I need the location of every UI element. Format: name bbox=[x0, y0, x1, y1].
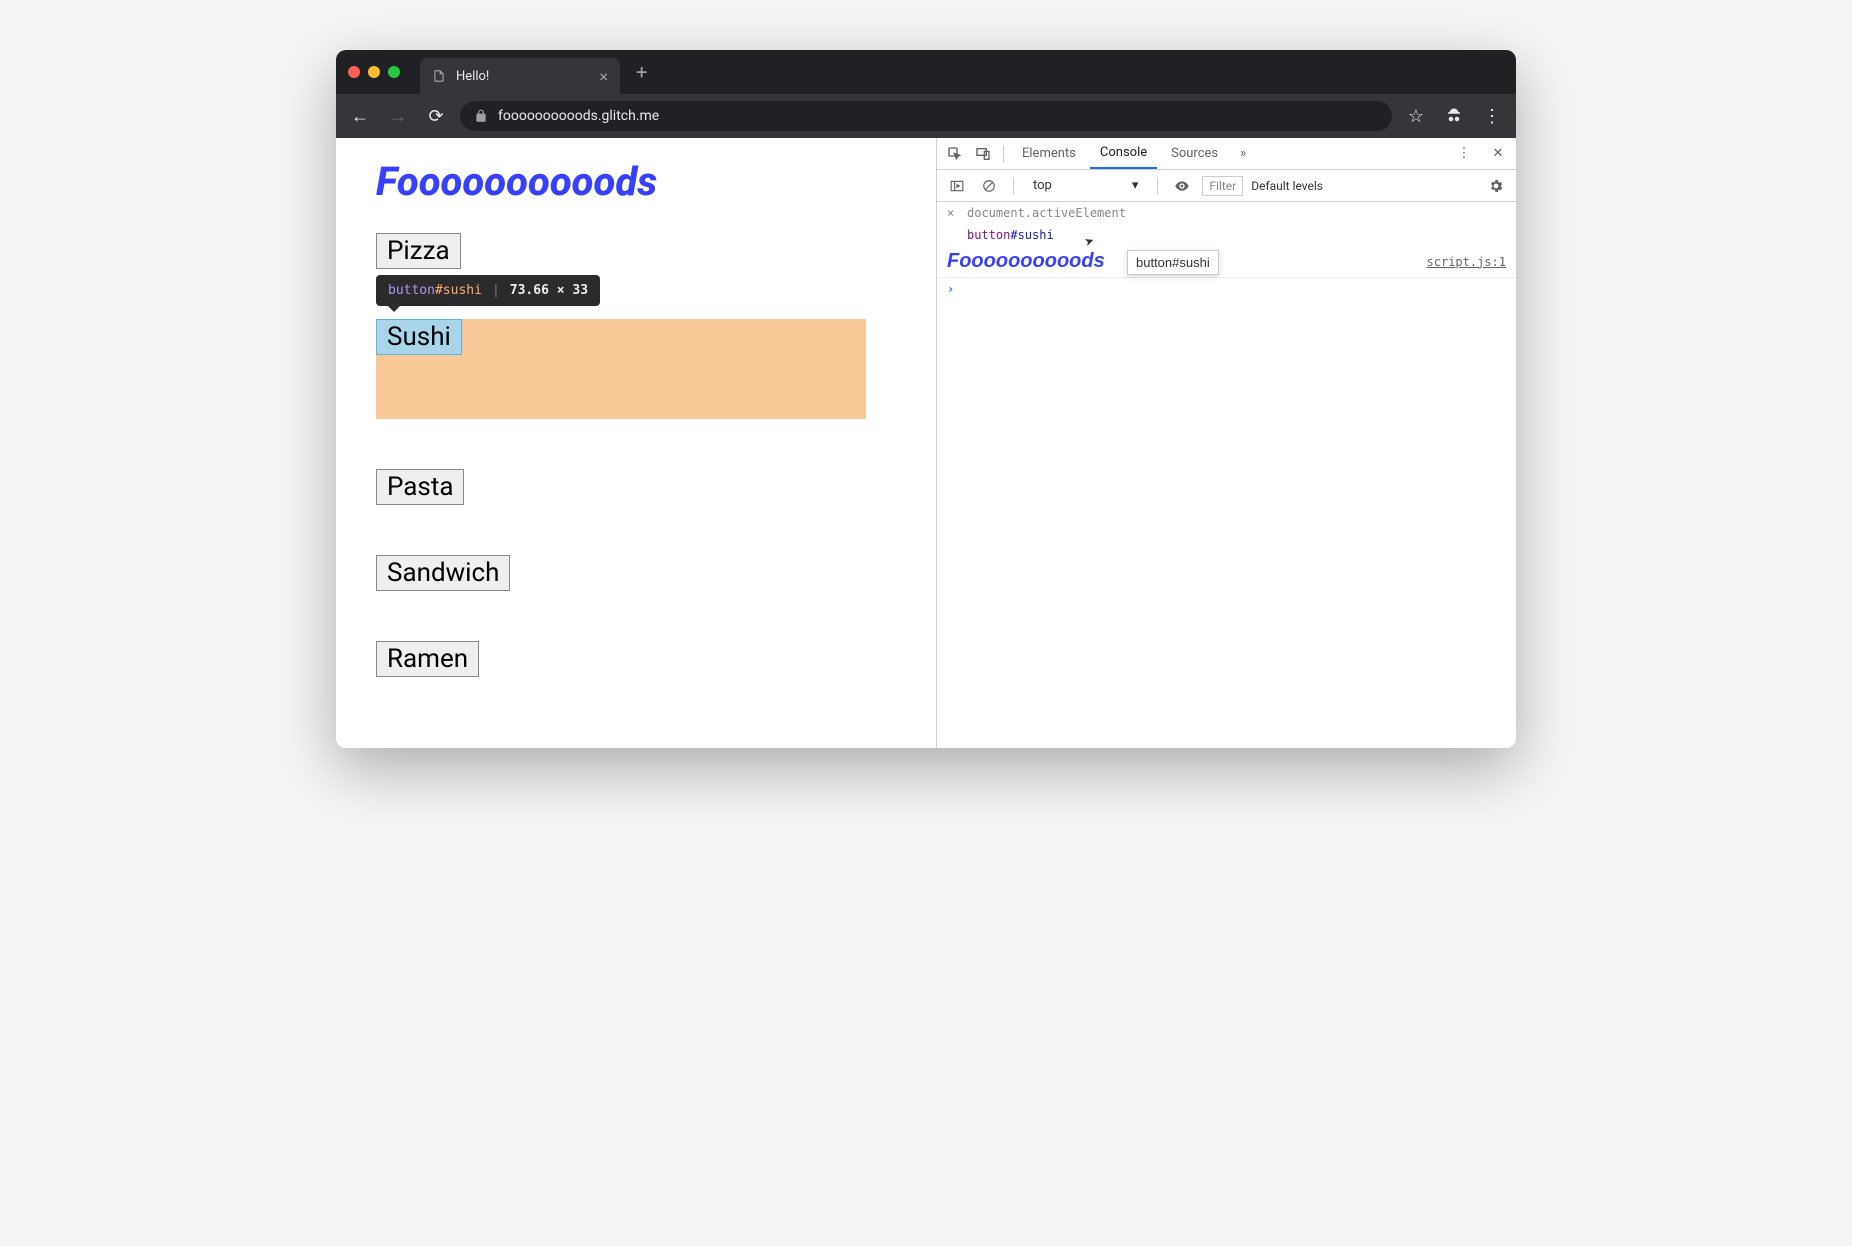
devtools-menu-icon[interactable]: ⋮ bbox=[1452, 142, 1476, 166]
log-message: Foooooooooods bbox=[947, 250, 1105, 273]
hover-tooltip: button#sushi bbox=[1127, 250, 1219, 275]
chevron-down-icon: ▾ bbox=[1132, 178, 1139, 193]
context-selector[interactable]: top ▾ bbox=[1026, 175, 1145, 196]
console-settings-icon[interactable] bbox=[1484, 174, 1508, 198]
tab-console[interactable]: Console bbox=[1090, 138, 1157, 169]
inspect-element-icon[interactable] bbox=[943, 142, 967, 166]
result-id: #sushi bbox=[1010, 228, 1053, 242]
console-expression-row: × document.activeElement bbox=[937, 202, 1516, 224]
console-output[interactable]: × document.activeElement button#sushi ➤ … bbox=[937, 202, 1516, 748]
log-source-link[interactable]: script.js:1 bbox=[1427, 255, 1506, 269]
menu-icon[interactable]: ⋮ bbox=[1478, 102, 1506, 130]
expression-text: document.activeElement bbox=[967, 206, 1126, 220]
back-button[interactable]: ← bbox=[346, 102, 374, 130]
sandwich-button[interactable]: Sandwich bbox=[376, 555, 510, 591]
pizza-button[interactable]: Pizza bbox=[376, 233, 461, 269]
more-tabs-icon[interactable]: » bbox=[1232, 146, 1254, 161]
sushi-highlight-area: button#sushi | 73.66 × 33 Sushi bbox=[376, 319, 896, 419]
reload-button[interactable]: ⟳ bbox=[422, 102, 450, 130]
browser-tab[interactable]: Hello! × bbox=[420, 58, 620, 94]
dismiss-icon[interactable]: × bbox=[947, 206, 957, 220]
tooltip-dimensions: 73.66 × 33 bbox=[510, 283, 588, 298]
close-window-button[interactable] bbox=[348, 66, 360, 78]
live-expression-icon[interactable] bbox=[1170, 174, 1194, 198]
prompt-chevron-icon: › bbox=[947, 282, 957, 296]
clear-console-icon[interactable] bbox=[977, 174, 1001, 198]
log-levels[interactable]: Default levels bbox=[1251, 179, 1323, 193]
console-prompt-row[interactable]: › bbox=[937, 278, 1516, 300]
tab-sources[interactable]: Sources bbox=[1161, 138, 1228, 169]
tab-title: Hello! bbox=[456, 69, 489, 84]
incognito-icon bbox=[1440, 102, 1468, 130]
close-tab-icon[interactable]: × bbox=[599, 67, 608, 86]
ramen-button[interactable]: Ramen bbox=[376, 641, 479, 677]
tooltip-tag: button bbox=[388, 283, 435, 298]
page-icon bbox=[432, 69, 446, 83]
minimize-window-button[interactable] bbox=[368, 66, 380, 78]
browser-toolbar: ← → ⟳ foooooooooods.glitch.me ☆ ⋮ bbox=[336, 94, 1516, 138]
devtools-close-icon[interactable]: ✕ bbox=[1486, 142, 1510, 166]
tooltip-id: #sushi bbox=[435, 283, 482, 298]
new-tab-button[interactable]: + bbox=[636, 60, 647, 84]
address-bar[interactable]: foooooooooods.glitch.me bbox=[460, 101, 1392, 131]
devtools-tab-bar: Elements Console Sources » ⋮ ✕ bbox=[937, 138, 1516, 170]
tab-bar: Hello! × + bbox=[336, 50, 1516, 94]
page-heading: Foooooooooods bbox=[376, 158, 896, 205]
console-toolbar: top ▾ Filter Default levels bbox=[937, 170, 1516, 202]
device-toolbar-icon[interactable] bbox=[971, 142, 995, 166]
filter-input[interactable]: Filter bbox=[1202, 176, 1243, 196]
console-log-row: Foooooooooods script.js:1 bbox=[937, 246, 1516, 278]
forward-button[interactable]: → bbox=[384, 102, 412, 130]
result-tag: button bbox=[967, 228, 1010, 242]
url-text: foooooooooods.glitch.me bbox=[498, 108, 659, 124]
console-result-row: button#sushi ➤ bbox=[937, 224, 1516, 246]
tab-elements[interactable]: Elements bbox=[1012, 138, 1086, 169]
devtools-panel: Elements Console Sources » ⋮ ✕ top bbox=[936, 138, 1516, 748]
pasta-button[interactable]: Pasta bbox=[376, 469, 464, 505]
sushi-button[interactable]: Sushi bbox=[376, 319, 462, 355]
page-content: Foooooooooods Pizza button#sushi | 73.66… bbox=[336, 138, 936, 748]
maximize-window-button[interactable] bbox=[388, 66, 400, 78]
lock-icon bbox=[474, 109, 488, 123]
bookmark-icon[interactable]: ☆ bbox=[1402, 102, 1430, 130]
window-controls bbox=[348, 66, 400, 78]
inspect-tooltip: button#sushi | 73.66 × 33 bbox=[376, 275, 600, 306]
console-sidebar-icon[interactable] bbox=[945, 174, 969, 198]
